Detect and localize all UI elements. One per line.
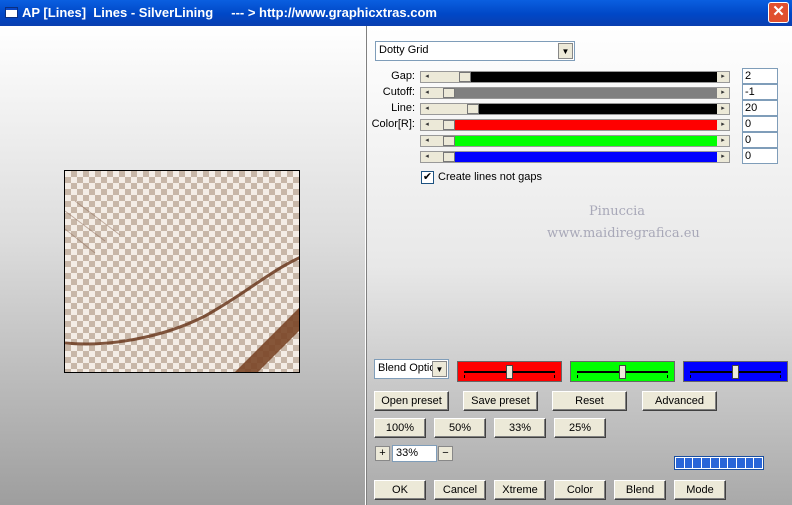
cancel-button[interactable]: Cancel <box>434 480 486 500</box>
progress-segment <box>745 458 754 468</box>
slider-thumb[interactable] <box>467 104 479 114</box>
preview-lines-graphic <box>65 200 299 372</box>
check-icon: ✔ <box>422 171 433 183</box>
progress-segment <box>728 458 736 468</box>
slider-thumb[interactable] <box>443 152 455 162</box>
blend-color-slider[interactable] <box>457 361 562 382</box>
create-lines-label: Create lines not gaps <box>438 171 542 183</box>
slider-track[interactable] <box>433 72 717 82</box>
chevron-down-icon[interactable]: ▼ <box>558 43 573 59</box>
watermark-line-2: www.maidiregrafica.eu <box>547 226 700 241</box>
advanced-button[interactable]: Advanced <box>642 391 717 411</box>
color-button[interactable]: Color <box>554 480 606 500</box>
blend-slider-thumb[interactable] <box>732 365 739 379</box>
settings-panel: Dotty Grid ▼ ✔ Create lines not gaps Pin… <box>367 26 792 505</box>
zoom-33-button[interactable]: 33% <box>494 418 546 438</box>
mode-button[interactable]: Mode <box>674 480 726 500</box>
slider-left-arrow-icon[interactable]: ◂ <box>421 104 433 114</box>
slider-thumb[interactable] <box>459 72 471 82</box>
preset-dropdown[interactable]: Dotty Grid ▼ <box>375 41 575 61</box>
slider-left-arrow-icon[interactable]: ◂ <box>421 120 433 130</box>
parameter-slider[interactable]: ◂ ▸ <box>420 151 730 163</box>
parameter-slider[interactable]: ◂ ▸ <box>420 135 730 147</box>
chevron-down-icon[interactable]: ▼ <box>432 361 447 377</box>
slider-label: Line: <box>391 102 415 114</box>
create-lines-checkbox[interactable]: ✔ <box>421 171 434 184</box>
xtreme-button[interactable]: Xtreme <box>494 480 546 500</box>
parameter-slider[interactable]: ◂ ▸ <box>420 71 730 83</box>
progress-segment <box>676 458 684 468</box>
zoom-100-button[interactable]: 100% <box>374 418 426 438</box>
reset-button[interactable]: Reset <box>552 391 627 411</box>
save-preset-button[interactable]: Save preset <box>463 391 538 411</box>
slider-right-arrow-icon[interactable]: ▸ <box>717 72 729 82</box>
progress-segment <box>719 458 728 468</box>
slider-track[interactable] <box>433 120 717 130</box>
slider-right-arrow-icon[interactable]: ▸ <box>717 88 729 98</box>
slider-value-field[interactable]: 0 <box>742 116 778 132</box>
slider-track[interactable] <box>433 104 717 114</box>
preview-image[interactable] <box>64 170 300 373</box>
blend-options-value: Blend Optio <box>378 362 436 374</box>
blend-options-dropdown[interactable]: Blend Optio ▼ <box>374 359 449 379</box>
open-preset-button[interactable]: Open preset <box>374 391 449 411</box>
slider-left-arrow-icon[interactable]: ◂ <box>421 72 433 82</box>
title-bar[interactable]: AP [Lines] Lines - SilverLining --- > ht… <box>0 0 792 26</box>
preview-panel <box>0 26 365 505</box>
slider-right-arrow-icon[interactable]: ▸ <box>717 152 729 162</box>
zoom-25-button[interactable]: 25% <box>554 418 606 438</box>
zoom-in-button[interactable]: + <box>375 446 390 461</box>
progress-segment <box>702 458 710 468</box>
ok-button[interactable]: OK <box>374 480 426 500</box>
slider-track[interactable] <box>433 88 717 98</box>
slider-left-arrow-icon[interactable]: ◂ <box>421 152 433 162</box>
progress-segment <box>736 458 745 468</box>
blend-slider-thumb[interactable] <box>506 365 513 379</box>
preset-value: Dotty Grid <box>379 44 429 56</box>
parameter-slider[interactable]: ◂ ▸ <box>420 119 730 131</box>
blend-color-slider[interactable] <box>570 361 675 382</box>
progress-segment <box>693 458 702 468</box>
watermark: Pinuccia www.maidiregrafica.eu <box>547 201 700 245</box>
parameter-slider[interactable]: ◂ ▸ <box>420 87 730 99</box>
slider-value-field[interactable]: 20 <box>742 100 778 116</box>
slider-right-arrow-icon[interactable]: ▸ <box>717 104 729 114</box>
slider-thumb[interactable] <box>443 88 455 98</box>
zoom-value-field[interactable]: 33% <box>392 445 437 462</box>
slider-thumb[interactable] <box>443 136 455 146</box>
slider-right-arrow-icon[interactable]: ▸ <box>717 136 729 146</box>
slider-right-arrow-icon[interactable]: ▸ <box>717 120 729 130</box>
progress-segment <box>754 458 763 468</box>
slider-value-field[interactable]: 0 <box>742 148 778 164</box>
zoom-50-button[interactable]: 50% <box>434 418 486 438</box>
window-title: AP [Lines] Lines - SilverLining --- > ht… <box>22 5 437 20</box>
slider-label: Cutoff: <box>382 86 415 98</box>
blend-color-slider[interactable] <box>683 361 788 382</box>
slider-value-field[interactable]: -1 <box>742 84 778 100</box>
slider-label: Color[R]: <box>371 118 415 130</box>
progress-segment <box>710 458 719 468</box>
window-icon <box>5 7 18 18</box>
filter-dialog-window: AP [Lines] Lines - SilverLining --- > ht… <box>0 0 792 505</box>
slider-value-field[interactable]: 2 <box>742 68 778 84</box>
watermark-line-1: Pinuccia <box>588 204 646 219</box>
slider-left-arrow-icon[interactable]: ◂ <box>421 88 433 98</box>
parameter-slider[interactable]: ◂ ▸ <box>420 103 730 115</box>
close-button[interactable]: ✕ <box>768 2 789 23</box>
slider-label: Gap: <box>391 70 415 82</box>
slider-left-arrow-icon[interactable]: ◂ <box>421 136 433 146</box>
slider-track[interactable] <box>433 152 717 162</box>
slider-thumb[interactable] <box>443 120 455 130</box>
slider-track[interactable] <box>433 136 717 146</box>
blend-button[interactable]: Blend <box>614 480 666 500</box>
slider-value-field[interactable]: 0 <box>742 132 778 148</box>
progress-indicator <box>674 456 764 470</box>
blend-slider-thumb[interactable] <box>619 365 626 379</box>
zoom-out-button[interactable]: − <box>438 446 453 461</box>
progress-segment <box>684 458 693 468</box>
